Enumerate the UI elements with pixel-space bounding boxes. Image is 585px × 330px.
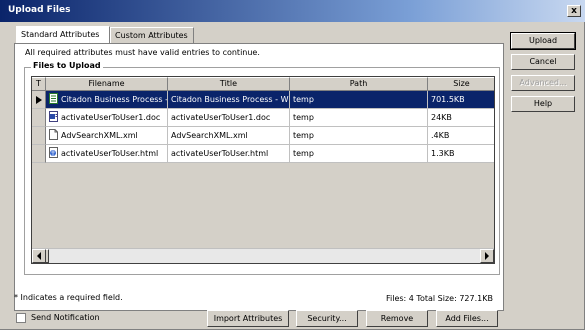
filename-cell[interactable]: activateUserToUser.html bbox=[46, 145, 168, 163]
table-row[interactable]: AdvSearchXML.xml AdvSearchXML.xml temp .… bbox=[32, 127, 494, 145]
column-header-size[interactable]: Size bbox=[428, 77, 494, 91]
required-field-note: * Indicates a required field. bbox=[14, 293, 123, 302]
filename-cell[interactable]: AdvSearchXML.xml bbox=[46, 127, 168, 145]
horizontal-scrollbar[interactable] bbox=[32, 248, 494, 263]
send-notification-label[interactable]: Send Notification bbox=[31, 313, 100, 322]
grid-header: T Filename Title Path Size bbox=[32, 77, 494, 91]
upload-files-dialog: Upload Files x Standard Attributes Custo… bbox=[0, 0, 585, 330]
files-to-upload-group: Files to Upload T Filename Title Path Si… bbox=[24, 61, 500, 275]
size-cell: 701.5KB bbox=[428, 91, 494, 109]
title-cell[interactable]: activateUserToUser1.doc bbox=[168, 109, 290, 127]
advanced-button[interactable]: Advanced... bbox=[511, 75, 575, 91]
scroll-left-button[interactable] bbox=[32, 249, 46, 263]
size-cell: 24KB bbox=[428, 109, 494, 127]
html-file-icon bbox=[49, 147, 58, 158]
word-doc-icon bbox=[49, 111, 58, 122]
import-attributes-button[interactable]: Import Attributes bbox=[207, 310, 289, 327]
standard-attributes-panel: All required attributes must have valid … bbox=[14, 43, 504, 311]
row-indicator bbox=[32, 109, 46, 127]
size-cell: .4KB bbox=[428, 127, 494, 145]
xml-file-icon bbox=[49, 129, 58, 140]
column-header-type[interactable]: T bbox=[32, 77, 46, 91]
filename-cell[interactable]: Citadon Business Process - W bbox=[46, 91, 168, 109]
row-indicator bbox=[32, 91, 46, 109]
table-row[interactable]: activateUserToUser1.doc activateUserToUs… bbox=[32, 109, 494, 127]
row-indicator bbox=[32, 145, 46, 163]
title-cell[interactable]: AdvSearchXML.xml bbox=[168, 127, 290, 145]
files-summary: Files: 4 Total Size: 727.1KB bbox=[386, 294, 493, 303]
table-row[interactable]: Citadon Business Process - W Citadon Bus… bbox=[32, 91, 494, 109]
security-button[interactable]: Security... bbox=[296, 310, 358, 327]
spreadsheet-icon bbox=[49, 93, 58, 104]
filename-cell[interactable]: activateUserToUser1.doc bbox=[46, 109, 168, 127]
cancel-button[interactable]: Cancel bbox=[511, 54, 575, 70]
required-message: All required attributes must have valid … bbox=[25, 48, 260, 57]
title-cell[interactable]: Citadon Business Process - W bbox=[168, 91, 290, 109]
scroll-left-arrow-icon bbox=[37, 252, 41, 260]
current-row-arrow-icon bbox=[35, 96, 42, 104]
column-header-path[interactable]: Path bbox=[290, 77, 428, 91]
grid-body: Citadon Business Process - W Citadon Bus… bbox=[32, 91, 494, 249]
upload-button[interactable]: Upload bbox=[510, 32, 576, 50]
path-cell[interactable]: temp bbox=[290, 145, 428, 163]
path-cell[interactable]: temp bbox=[290, 127, 428, 145]
scroll-right-arrow-icon bbox=[485, 252, 489, 260]
dialog-title: Upload Files bbox=[8, 5, 71, 15]
help-button[interactable]: Help bbox=[511, 96, 575, 112]
path-cell[interactable]: temp bbox=[290, 109, 428, 127]
scroll-thumb[interactable] bbox=[46, 249, 49, 263]
add-files-button[interactable]: Add Files... bbox=[436, 310, 498, 327]
column-header-filename[interactable]: Filename bbox=[46, 77, 168, 91]
close-button[interactable]: x bbox=[567, 5, 581, 17]
files-grid[interactable]: T Filename Title Path Size Citadon Busin… bbox=[31, 76, 495, 264]
path-cell[interactable]: temp bbox=[290, 91, 428, 109]
scroll-right-button[interactable] bbox=[480, 249, 494, 263]
files-group-label: Files to Upload bbox=[31, 61, 103, 70]
title-cell[interactable]: activateUserToUser.html bbox=[168, 145, 290, 163]
send-notification-checkbox[interactable] bbox=[16, 313, 26, 323]
tab-custom-attributes[interactable]: Custom Attributes bbox=[110, 27, 194, 43]
column-header-title[interactable]: Title bbox=[168, 77, 290, 91]
size-cell: 1.3KB bbox=[428, 145, 494, 163]
row-indicator bbox=[32, 127, 46, 145]
tab-standard-attributes[interactable]: Standard Attributes bbox=[16, 26, 110, 43]
table-row[interactable]: activateUserToUser.html activateUserToUs… bbox=[32, 145, 494, 163]
remove-button[interactable]: Remove bbox=[366, 310, 428, 327]
title-bar: Upload Files x bbox=[0, 0, 585, 22]
